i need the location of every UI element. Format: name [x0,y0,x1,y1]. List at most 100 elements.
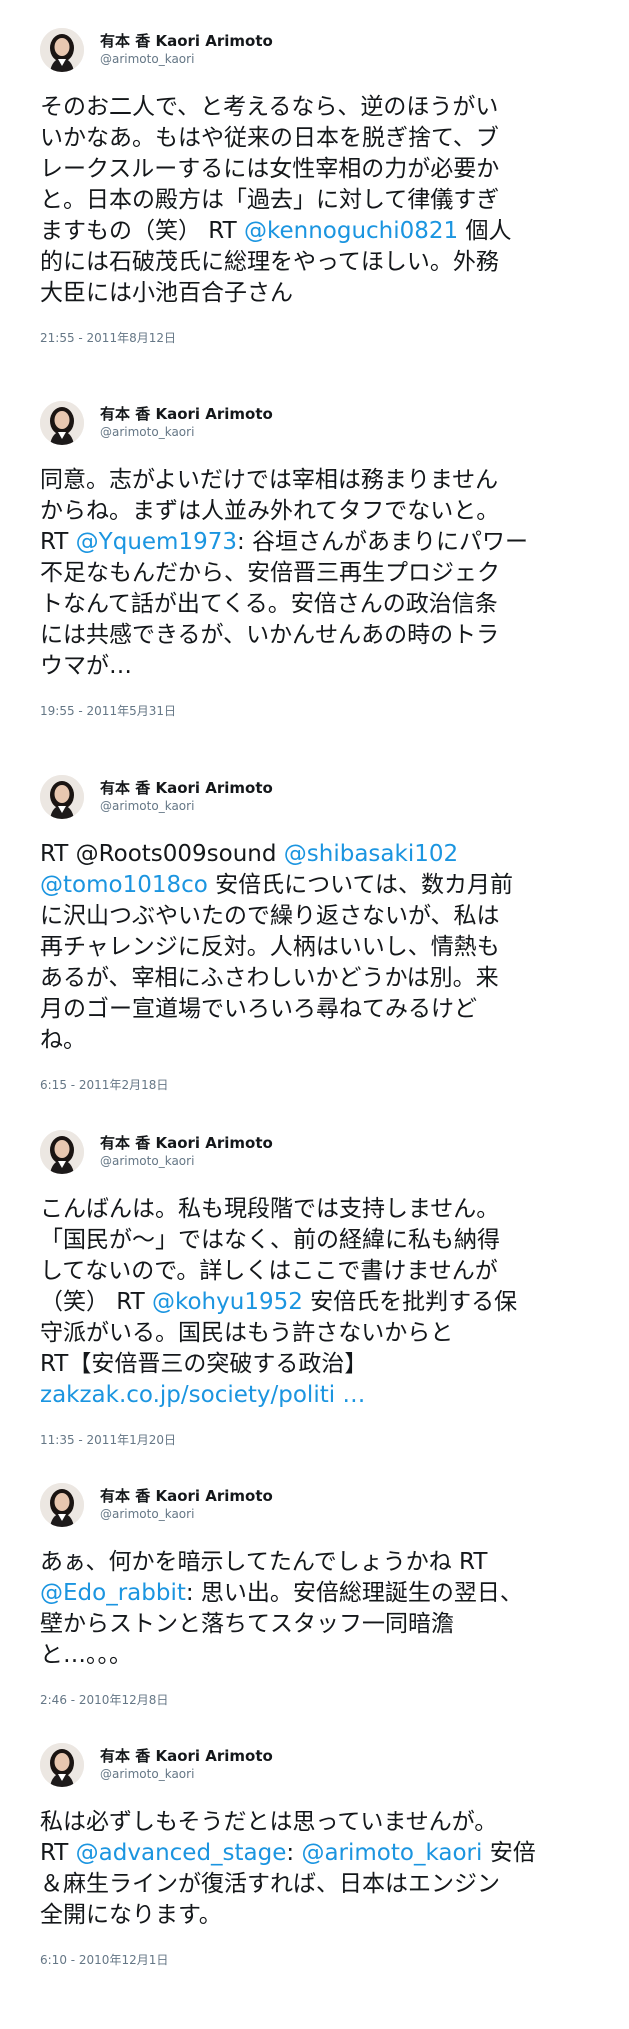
tweet-text-line: と。日本の殿方は「過去」に対して律儀すぎ [40,185,600,216]
tweet-text-segment: 安倍 [482,1840,536,1866]
avatar[interactable] [40,1130,84,1174]
tweet-text-line: @tomo1018co 安倍氏については、数カ月前 [40,870,600,901]
tweet-text-line: そのお二人で、と考えるなら、逆のほうがい [40,92,600,123]
tweet-text-line: RT【安倍晋三の突破する政治】 [40,1349,600,1380]
tweet-text-line: 大臣には小池百合子さん [40,278,600,309]
url-link[interactable]: zakzak.co.jp/society/politi … [40,1382,365,1408]
tweet-text-segment: こんばんは。私も現段階では支持しません。 [40,1196,500,1222]
tweet-text-segment: RT [40,1840,76,1866]
tweet-text-line: からね。まずは人並み外れてタフでないと。 [40,496,600,527]
tweet-text-line: ね。 [40,1025,600,1056]
mention-link[interactable]: @Edo_rabbit [40,1580,186,1606]
tweet-text-line: 再チャレンジに反対。人柄はいいし、情熱も [40,932,600,963]
tweet-text-segment: には共感できるが、いかんせんあの時のトラ [40,622,500,648]
tweet-text-line: 的には石破茂氏に総理をやってほしい。外務 [40,247,600,278]
tweet-text-line: 月のゴー宣道場でいろいろ尋ねてみるけど [40,994,600,1025]
tweet-text-segment: ＆麻生ラインが復活すれば、日本はエンジン [40,1871,500,1897]
tweet-text-segment: 私は必ずしもそうだとは思っていませんが。 [40,1809,498,1835]
author-handle[interactable]: @arimoto_kaori [100,799,194,813]
tweet-text: そのお二人で、と考えるなら、逆のほうがい いかなあ。もはや従来の日本を脱ぎ捨て、ブ… [40,92,600,309]
tweet-text-line: RT @advanced_stage: @arimoto_kaori 安倍 [40,1838,600,1869]
author-display-name[interactable]: 有本 香 Kaori Arimoto [100,30,273,51]
mention-link[interactable]: @advanced_stage [76,1840,287,1866]
mention-link[interactable]: @arimoto_kaori [301,1840,482,1866]
tweet-text-segment: 全開になります。 [40,1902,222,1928]
tweet-text-line: と…。。。 [40,1640,600,1671]
tweet-text-line: 私は必ずしもそうだとは思っていませんが。 [40,1807,600,1838]
tweet-text-segment: いかなあ。もはや従来の日本を脱ぎ捨て、ブ [40,125,499,151]
tweet-text: RT @Roots009sound @shibasaki102 @tomo1018… [40,839,600,1056]
tweet-text-segment: 大臣には小池百合子さん [40,280,293,306]
tweet-text-line: トなんて話が出てくる。安倍さんの政治信条 [40,589,600,620]
tweet-text-segment: RT [40,529,76,555]
tweet-text-segment: からね。まずは人並み外れてタフでないと。 [40,498,500,524]
tweet-text: あぁ、何かを暗示してたんでしょうかね RT @Edo_rabbit: 思い出。安倍… [40,1547,600,1671]
tweet-text-line: 同意。志がよいだけでは宰相は務まりません [40,465,600,496]
tweet-text-segment: と。日本の殿方は「過去」に対して律儀すぎ [40,187,500,213]
tweet-text-line: 不足なもんだから、安倍晋三再生プロジェク [40,558,600,589]
tweet-text-segment: （笑） RT [40,1289,152,1315]
tweet-text-segment: トなんて話が出てくる。安倍さんの政治信条 [40,591,498,617]
tweet-text-segment: 的には石破茂氏に総理をやってほしい。外務 [40,249,499,275]
tweet-text-line: @Edo_rabbit: 思い出。安倍総理誕生の翌日、 [40,1578,600,1609]
tweet-text-line: 全開になります。 [40,1900,600,1931]
tweet-text-line: 守派がいる。国民はもう許さないからと [40,1318,600,1349]
avatar[interactable] [40,401,84,445]
avatar[interactable] [40,1743,84,1787]
tweet-text-line: には共感できるが、いかんせんあの時のトラ [40,620,600,651]
author-handle[interactable]: @arimoto_kaori [100,52,194,66]
tweet-timestamp[interactable]: 11:35 - 2011年1月20日 [40,1431,176,1448]
mention-link[interactable]: @Yquem1973 [76,529,237,555]
author-handle[interactable]: @arimoto_kaori [100,1767,194,1781]
tweet-text-line: こんばんは。私も現段階では支持しません。 [40,1194,600,1225]
tweet-text-segment: ウマが… [40,653,132,679]
tweet-text-segment: 安倍氏を批判する保 [302,1289,518,1315]
tweet-text-line: ウマが… [40,651,600,682]
tweet-text-segment: : 思い出。安倍総理誕生の翌日、 [185,1580,523,1606]
tweet-text-line: （笑） RT @kohyu1952 安倍氏を批判する保 [40,1287,600,1318]
tweet-timestamp[interactable]: 21:55 - 2011年8月12日 [40,329,176,346]
tweet-timestamp[interactable]: 6:15 - 2011年2月18日 [40,1076,168,1093]
tweet-text-segment: に沢山つぶやいたので繰り返さないが、私は [40,903,500,929]
tweet-text-segment: : [286,1840,302,1866]
tweet-timestamp[interactable]: 6:10 - 2010年12月1日 [40,1951,168,1968]
avatar[interactable] [40,1483,84,1527]
tweet-text-line: レークスルーするには女性宰相の力が必要か [40,154,600,185]
tweet-text-line: いかなあ。もはや従来の日本を脱ぎ捨て、ブ [40,123,600,154]
author-handle[interactable]: @arimoto_kaori [100,425,194,439]
tweet-timestamp[interactable]: 19:55 - 2011年5月31日 [40,702,176,719]
tweet-text-segment: そのお二人で、と考えるなら、逆のほうがい [40,94,499,120]
tweet-text-line: に沢山つぶやいたので繰り返さないが、私は [40,901,600,932]
tweet-text-segment: 壁からストンと落ちてスタッフ一同暗澹 [40,1611,454,1637]
author-display-name[interactable]: 有本 香 Kaori Arimoto [100,1132,273,1153]
avatar[interactable] [40,775,84,819]
author-display-name[interactable]: 有本 香 Kaori Arimoto [100,1485,273,1506]
tweet-text-line: RT @Roots009sound @shibasaki102 [40,839,600,870]
tweet-text-segment: 不足なもんだから、安倍晋三再生プロジェク [40,560,500,586]
tweet-text-segment: ますもの（笑） RT [40,218,244,244]
author-display-name[interactable]: 有本 香 Kaori Arimoto [100,403,273,424]
mention-link[interactable]: @kohyu1952 [152,1289,303,1315]
tweet-text-segment: 再チャレンジに反対。人柄はいいし、情熱も [40,934,500,960]
tweet-text-line: ＆麻生ラインが復活すれば、日本はエンジン [40,1869,600,1900]
tweet-timestamp[interactable]: 2:46 - 2010年12月8日 [40,1691,168,1708]
tweet-text-segment: 守派がいる。国民はもう許さないからと [40,1320,454,1346]
tweet-text-segment: RT【安倍晋三の突破する政治】 [40,1351,368,1377]
tweet-text-line: ますもの（笑） RT @kennoguchi0821 個人 [40,216,600,247]
tweet-text-segment: 「国民が～」ではなく、前の経緯に私も納得 [40,1227,500,1253]
mention-link[interactable]: @kennoguchi0821 [244,218,458,244]
tweet-text-segment: レークスルーするには女性宰相の力が必要か [40,156,500,182]
author-handle[interactable]: @arimoto_kaori [100,1507,194,1521]
author-handle[interactable]: @arimoto_kaori [100,1154,194,1168]
tweet-text-line: 壁からストンと落ちてスタッフ一同暗澹 [40,1609,600,1640]
author-display-name[interactable]: 有本 香 Kaori Arimoto [100,1745,273,1766]
mention-link[interactable]: @tomo1018co [40,872,208,898]
mention-link[interactable]: @shibasaki102 [284,841,458,867]
tweet-text-segment: 同意。志がよいだけでは宰相は務まりません [40,467,499,493]
author-display-name[interactable]: 有本 香 Kaori Arimoto [100,777,273,798]
tweet-text-segment: : 谷垣さんがあまりにパワー [237,529,529,555]
tweet-text-line: あるが、宰相にふさわしいかどうかは別。来 [40,963,600,994]
tweet-text-segment: と…。。。 [40,1642,132,1668]
tweet-text-segment: してないので。詳しくはここで書けませんが [40,1258,498,1284]
avatar[interactable] [40,28,84,72]
